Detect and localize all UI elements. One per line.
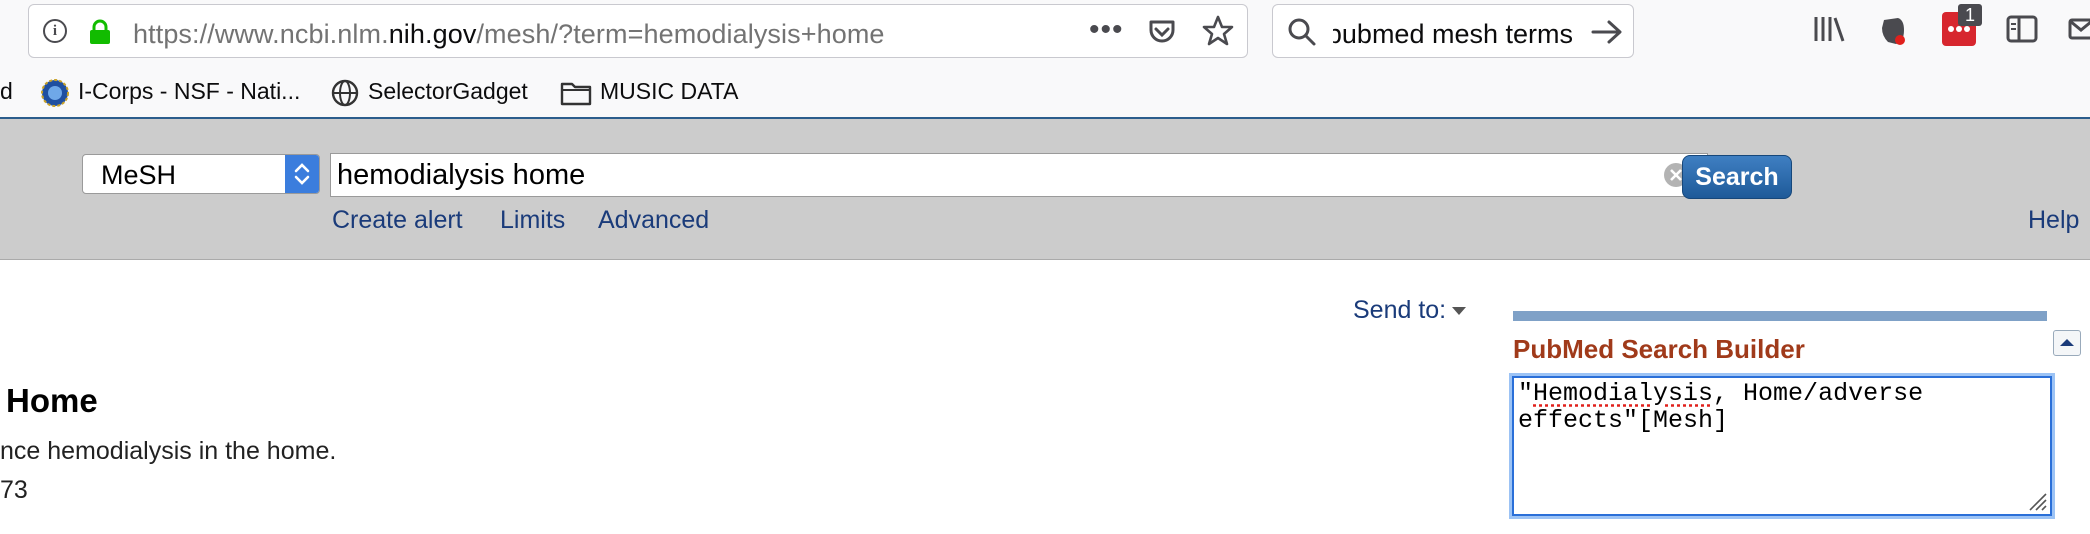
send-to-label: Send to: (1353, 296, 1447, 324)
send-to-menu[interactable]: Send to: (1353, 296, 1467, 325)
bookmark-label: I-Corps - NSF - Nati... (78, 78, 301, 105)
browser-search-bar[interactable]: pubmed mesh terms (1272, 4, 1634, 58)
mesh-heading: Home (6, 382, 98, 419)
search-icon (1288, 18, 1316, 46)
ncbi-search-bar: MeSH hemodialysis home Search Create ale… (0, 119, 2090, 260)
create-alert-link[interactable]: Create alert (332, 206, 463, 235)
collapse-button[interactable] (2053, 330, 2081, 356)
url-text[interactable]: https://www.ncbi.nlm.nih.gov/mesh/?term=… (133, 19, 885, 50)
bookmark-item[interactable]: SelectorGadget (330, 78, 528, 108)
pocket-icon[interactable] (1147, 17, 1177, 47)
builder-query-text: "Hemodialysis, Home/adverse effects"[Mes… (1518, 379, 1939, 435)
database-select[interactable]: MeSH (82, 154, 320, 194)
bookmark-star-icon[interactable] (1201, 14, 1235, 48)
triangle-up-icon (2060, 339, 2074, 346)
globe-icon (331, 79, 359, 107)
browser-search-input[interactable]: pubmed mesh terms (1333, 19, 1573, 50)
bookmark-label: MUSIC DATA (600, 78, 739, 104)
address-bar[interactable]: i https://www.ncbi.nlm.nih.gov/mesh/?ter… (28, 4, 1248, 58)
bookmark-item[interactable]: d (0, 78, 13, 105)
help-link[interactable]: Help (2028, 206, 2079, 235)
database-select-value: MeSH (101, 160, 177, 190)
caret-down-icon (1452, 307, 1467, 316)
bookmark-label: SelectorGadget (368, 78, 528, 105)
term-search-input[interactable]: hemodialysis home (330, 153, 1708, 197)
bookmark-label: d (0, 78, 13, 104)
info-icon[interactable]: i (43, 19, 67, 43)
builder-title: PubMed Search Builder (1513, 334, 1805, 364)
nsf-logo-icon (41, 79, 69, 107)
lock-icon[interactable] (87, 19, 113, 45)
term-search-value: hemodialysis home (337, 159, 586, 191)
resize-grip-icon[interactable] (2026, 490, 2048, 512)
search-button[interactable]: Search (1682, 155, 1792, 199)
builder-header-bar (1513, 311, 2047, 321)
advanced-link[interactable]: Advanced (598, 206, 709, 235)
notification-badge: 1 (1958, 4, 1982, 26)
year-introduced: 73 (0, 476, 28, 504)
scope-note: nce hemodialysis in the home. (0, 437, 337, 465)
limits-link[interactable]: Limits (500, 206, 565, 235)
sidebar-toggle-icon[interactable] (2006, 14, 2038, 44)
select-arrows-icon (285, 155, 319, 193)
search-builder-textarea[interactable]: "Hemodialysis, Home/adverse effects"[Mes… (1512, 376, 2052, 516)
page-actions-icon[interactable]: ••• (1089, 13, 1124, 47)
bookmark-item[interactable]: MUSIC DATA (560, 78, 738, 107)
folder-icon (560, 82, 592, 106)
go-arrow-icon[interactable] (1589, 15, 1625, 49)
gmail-icon[interactable] (2068, 14, 2090, 44)
evernote-icon[interactable] (1876, 14, 1910, 48)
bookmark-item[interactable]: I-Corps - NSF - Nati... (40, 78, 300, 108)
browser-toolbar: i https://www.ncbi.nlm.nih.gov/mesh/?ter… (0, 0, 2090, 118)
library-icon[interactable] (1812, 14, 1846, 44)
